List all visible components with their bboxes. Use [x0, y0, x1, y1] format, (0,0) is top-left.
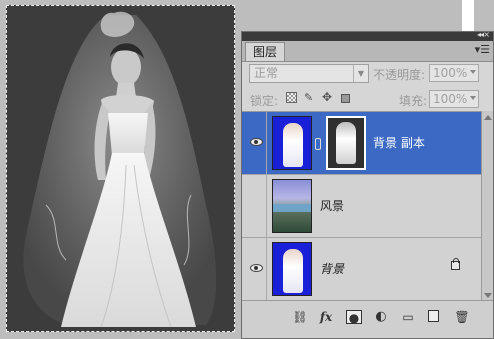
visibility-toggle[interactable]: [244, 175, 267, 237]
eye-icon: [250, 264, 263, 272]
fill-value: 100%: [433, 92, 468, 106]
lock-icon: [451, 258, 460, 270]
layer-name[interactable]: 背景: [320, 260, 344, 277]
lock-transparent-pixels-icon[interactable]: [286, 92, 297, 103]
scroll-up-icon[interactable]: [484, 115, 492, 120]
opacity-field[interactable]: 100%: [429, 64, 479, 82]
blend-mode-select[interactable]: 正常 ▼: [249, 64, 369, 83]
layers-scrollbar[interactable]: [481, 111, 493, 302]
layer-thumbnail: [272, 179, 312, 233]
fill-dropdown-icon[interactable]: [470, 96, 476, 100]
adjustment-layer-icon[interactable]: ◐: [373, 310, 389, 324]
close-icon[interactable]: ×: [483, 30, 490, 39]
lock-fill-row: 锁定: ✎ ✥ 填充: 100%: [242, 90, 493, 110]
layer-thumbnail: [272, 242, 312, 296]
new-layer-icon[interactable]: [428, 310, 439, 322]
mask-link-icon[interactable]: [315, 138, 321, 150]
panel-tab-bar: 图层 ▾☰: [242, 41, 493, 62]
bride-photo: [23, 11, 217, 328]
lock-image-pixels-icon[interactable]: ✎: [304, 92, 315, 103]
opacity-label: 不透明度:: [373, 68, 426, 82]
layers-panel: ◂◂ × 图层 ▾☰ 正常 ▼ 不透明度: 100% 锁定: ✎ ✥ 填充: 1…: [241, 30, 494, 339]
layer-row-scenery[interactable]: 风景: [242, 175, 481, 238]
fx-icon[interactable]: fx: [318, 310, 334, 324]
layer-mask-thumbnail[interactable]: [326, 116, 366, 170]
delete-layer-icon[interactable]: 🗑: [454, 310, 470, 324]
blend-opacity-row: 正常 ▼ 不透明度: 100%: [242, 64, 493, 86]
add-mask-icon[interactable]: ●: [346, 310, 362, 325]
tab-layers[interactable]: 图层: [245, 42, 285, 61]
collapse-double-arrow-icon[interactable]: ◂◂: [477, 30, 484, 39]
layer-name[interactable]: 背景 副本: [373, 134, 425, 151]
lock-label: 锁定:: [250, 94, 279, 108]
panel-title-bar[interactable]: ◂◂ ×: [242, 30, 493, 41]
new-group-icon[interactable]: ▭: [400, 310, 416, 324]
lock-position-icon[interactable]: ✥: [322, 91, 333, 103]
fill-field[interactable]: 100%: [429, 90, 479, 108]
layers-list: 背景 副本 风景 背景: [242, 111, 481, 303]
panel-menu-icon[interactable]: ▾☰: [475, 43, 490, 56]
layer-row-background[interactable]: 背景: [242, 238, 481, 301]
scroll-down-icon[interactable]: [484, 293, 492, 298]
layer-row-background-copy[interactable]: 背景 副本: [242, 112, 481, 175]
document-canvas[interactable]: [6, 5, 235, 332]
chevron-down-icon: ▼: [353, 65, 368, 82]
eye-icon: [250, 138, 263, 146]
link-layers-icon[interactable]: ⛓: [292, 310, 308, 324]
blend-mode-value: 正常: [254, 66, 279, 80]
opacity-value: 100%: [433, 66, 468, 80]
visibility-toggle[interactable]: [244, 112, 267, 174]
panel-footer-toolbar: ⛓ fx ● ◐ ▭ 🗑: [242, 300, 493, 338]
opacity-dropdown-icon[interactable]: [470, 70, 476, 74]
layer-name[interactable]: 风景: [320, 197, 344, 214]
visibility-toggle[interactable]: [244, 238, 267, 300]
fill-label: 填充:: [399, 94, 428, 108]
layer-thumbnail: [272, 116, 312, 170]
lock-all-icon[interactable]: [341, 94, 350, 103]
